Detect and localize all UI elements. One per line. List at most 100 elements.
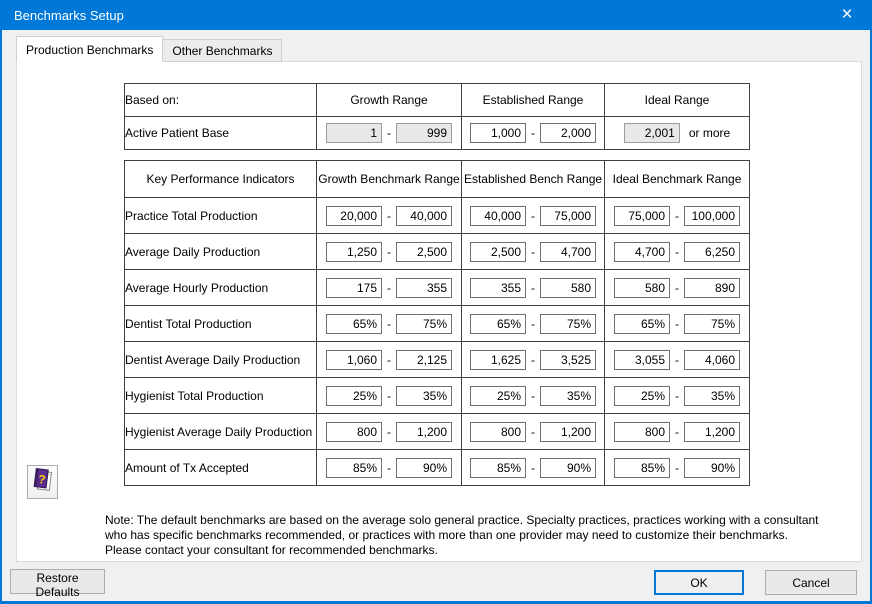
patient-base-ideal-field: [624, 123, 680, 143]
established-max-field[interactable]: [540, 242, 596, 262]
growth-max-field[interactable]: [396, 458, 452, 478]
growth-min-field[interactable]: [326, 206, 382, 226]
kpi-label: Dentist Average Daily Production: [125, 342, 317, 378]
ideal-max-field[interactable]: [684, 386, 740, 406]
range-dash: -: [531, 425, 535, 439]
help-button[interactable]: ?: [27, 465, 58, 499]
range-dash: -: [675, 209, 679, 223]
ideal-min-field[interactable]: [614, 386, 670, 406]
range-dash: -: [531, 389, 535, 403]
range-dash: -: [531, 281, 535, 295]
growth-min-field[interactable]: [326, 386, 382, 406]
ideal-min-field[interactable]: [614, 350, 670, 370]
cancel-button[interactable]: Cancel: [765, 570, 857, 595]
established-max-field[interactable]: [540, 458, 596, 478]
ideal-min-field[interactable]: [614, 206, 670, 226]
ideal-max-field[interactable]: [684, 314, 740, 334]
kpi-label: Average Hourly Production: [125, 270, 317, 306]
growth-max-field[interactable]: [396, 314, 452, 334]
established-min-field[interactable]: [470, 314, 526, 334]
ok-button[interactable]: OK: [654, 570, 744, 595]
patient-base-established-min-field[interactable]: [470, 123, 526, 143]
ideal-min-field[interactable]: [614, 278, 670, 298]
established-min-field[interactable]: [470, 242, 526, 262]
restore-defaults-button[interactable]: Restore Defaults: [10, 569, 105, 594]
ideal-min-field[interactable]: [614, 458, 670, 478]
kpi-row: Dentist Average Daily Production - - -: [125, 342, 750, 378]
kpi-header-row: Key Performance Indicators Growth Benchm…: [125, 161, 750, 198]
established-max-field[interactable]: [540, 386, 596, 406]
kpi-table: Key Performance Indicators Growth Benchm…: [124, 160, 750, 486]
close-button[interactable]: ×: [824, 0, 870, 30]
growth-max-field[interactable]: [396, 350, 452, 370]
range-dash: -: [531, 317, 535, 331]
growth-max-field[interactable]: [396, 422, 452, 442]
patient-base-header-row: Based on: Growth Range Established Range…: [125, 84, 750, 117]
note-text: Note: The default benchmarks are based o…: [105, 513, 819, 558]
established-max-field[interactable]: [540, 422, 596, 442]
kpi-row: Average Daily Production - - -: [125, 234, 750, 270]
kpi-row: Hygienist Total Production - - -: [125, 378, 750, 414]
header-growth-benchmark: Growth Benchmark Range: [317, 161, 462, 198]
tab-production-benchmarks[interactable]: Production Benchmarks: [16, 36, 163, 62]
growth-min-field[interactable]: [326, 350, 382, 370]
established-min-field[interactable]: [470, 386, 526, 406]
titlebar[interactable]: Benchmarks Setup ×: [2, 0, 870, 30]
help-book-icon: ?: [31, 467, 55, 497]
tab-bar: Production Benchmarks Other Benchmarks: [16, 36, 281, 62]
growth-min-field[interactable]: [326, 422, 382, 442]
kpi-label: Dentist Total Production: [125, 306, 317, 342]
established-min-field[interactable]: [470, 350, 526, 370]
range-dash: -: [531, 461, 535, 475]
established-max-field[interactable]: [540, 350, 596, 370]
range-dash: -: [387, 425, 391, 439]
header-ideal-benchmark: Ideal Benchmark Range: [605, 161, 750, 198]
header-growth-range: Growth Range: [317, 84, 462, 117]
established-max-field[interactable]: [540, 314, 596, 334]
ideal-min-field[interactable]: [614, 242, 670, 262]
growth-min-field[interactable]: [326, 278, 382, 298]
range-dash: -: [675, 461, 679, 475]
established-min-field[interactable]: [470, 422, 526, 442]
benchmarks-setup-dialog: Benchmarks Setup × Production Benchmarks…: [0, 0, 872, 604]
range-dash: -: [387, 245, 391, 259]
kpi-row: Amount of Tx Accepted - - -: [125, 450, 750, 486]
header-kpi: Key Performance Indicators: [125, 161, 317, 198]
established-min-field[interactable]: [470, 206, 526, 226]
growth-max-field[interactable]: [396, 278, 452, 298]
ideal-max-field[interactable]: [684, 242, 740, 262]
ideal-min-field[interactable]: [614, 422, 670, 442]
patient-base-established-max-field[interactable]: [540, 123, 596, 143]
range-dash: -: [387, 281, 391, 295]
range-dash: -: [387, 126, 391, 140]
established-min-field[interactable]: [470, 278, 526, 298]
kpi-row: Hygienist Average Daily Production - - -: [125, 414, 750, 450]
range-dash: -: [387, 209, 391, 223]
established-max-field[interactable]: [540, 206, 596, 226]
header-established-range: Established Range: [462, 84, 605, 117]
ideal-max-field[interactable]: [684, 458, 740, 478]
growth-max-field[interactable]: [396, 242, 452, 262]
range-dash: -: [531, 126, 535, 140]
growth-min-field[interactable]: [326, 242, 382, 262]
tab-other-benchmarks[interactable]: Other Benchmarks: [162, 39, 282, 62]
established-min-field[interactable]: [470, 458, 526, 478]
growth-max-field[interactable]: [396, 386, 452, 406]
range-dash: -: [675, 317, 679, 331]
established-max-field[interactable]: [540, 278, 596, 298]
ideal-max-field[interactable]: [684, 422, 740, 442]
ideal-min-field[interactable]: [614, 314, 670, 334]
or-more-label: or more: [689, 126, 730, 140]
window-title: Benchmarks Setup: [14, 8, 124, 23]
range-dash: -: [531, 353, 535, 367]
note-line-1: Note: The default benchmarks are based o…: [105, 513, 819, 528]
ideal-max-field[interactable]: [684, 206, 740, 226]
growth-min-field[interactable]: [326, 458, 382, 478]
patient-base-table: Based on: Growth Range Established Range…: [124, 83, 750, 150]
kpi-table-body: Practice Total Production - - -: [125, 198, 750, 486]
growth-max-field[interactable]: [396, 206, 452, 226]
ideal-max-field[interactable]: [684, 278, 740, 298]
ideal-max-field[interactable]: [684, 350, 740, 370]
growth-min-field[interactable]: [326, 314, 382, 334]
kpi-row: Dentist Total Production - - -: [125, 306, 750, 342]
